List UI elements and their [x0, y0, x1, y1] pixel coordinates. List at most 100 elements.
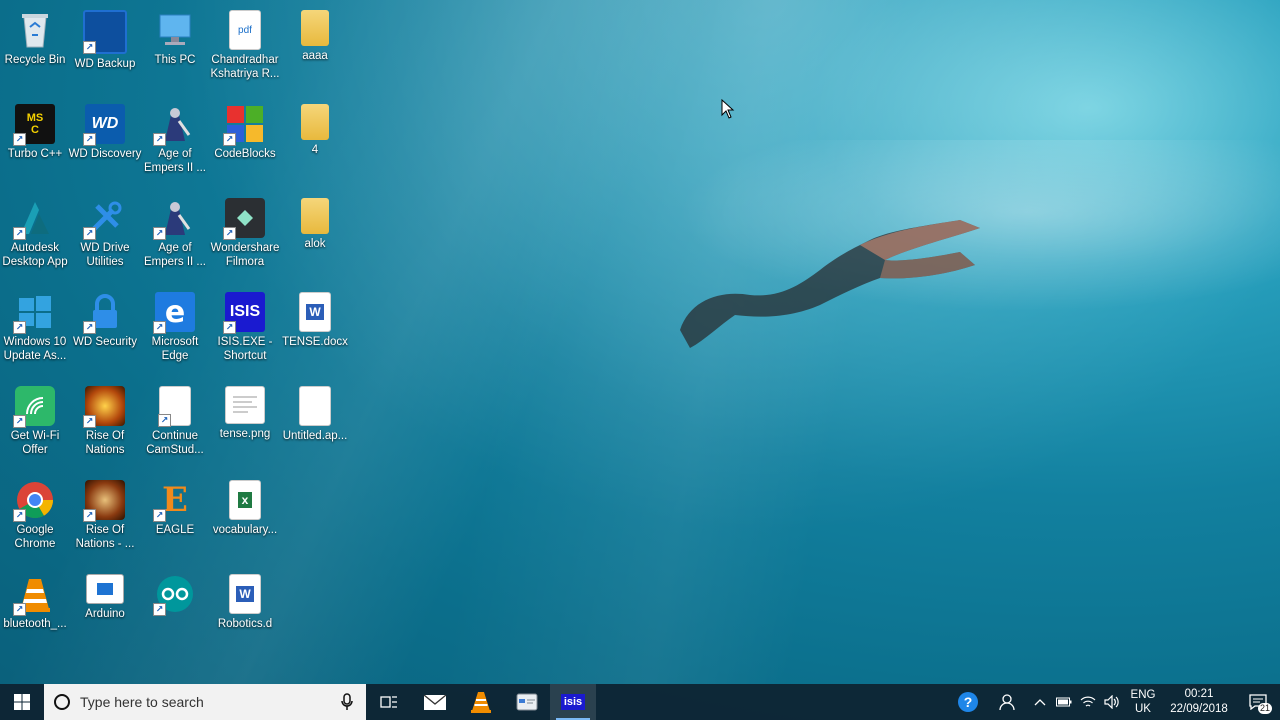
desktop-icon-wd-backup[interactable]: ↗ WD Backup: [70, 2, 140, 92]
wifi-icon: [1080, 696, 1096, 707]
desktop-icon-bluetooth-file[interactable]: bluetooth_... Arduino: [70, 566, 140, 656]
desktop-icon-vlc[interactable]: ↗ bluetooth_...: [0, 566, 70, 656]
mouse-cursor: [721, 99, 735, 119]
desktop-icon-tense-docx[interactable]: W TENSE.docx: [280, 284, 350, 374]
language-code: ENG: [1130, 689, 1156, 701]
desktop-icon-camstudio[interactable]: ↗ Continue CamStud...: [140, 378, 210, 468]
desktop-icon-wd-drive-utilities[interactable]: ↗ WD Drive Utilities: [70, 190, 140, 280]
desktop-icon-age-of-empires-2[interactable]: ↗ Age of Empers II ...: [140, 190, 210, 280]
desktop-icon-turbo-cpp[interactable]: MS C ↗ Turbo C++: [0, 96, 70, 186]
desktop-icon-wifi-offer[interactable]: ↗ Get Wi-Fi Offer: [0, 378, 70, 468]
arduino-icon: ↗: [153, 574, 195, 616]
folder-icon: [301, 10, 329, 46]
desktop-icon-windows-update[interactable]: ↗ Windows 10 Update As...: [0, 284, 70, 374]
desktop-icon-pdf-file[interactable]: pdf Chandradhar Kshatriya R...: [210, 2, 280, 92]
desktop-icon-arduino[interactable]: ↗ Arduino Robotics.d Arduino: [140, 566, 210, 656]
desktop-icon-filmora[interactable]: ↗ Wondershare Filmora: [210, 190, 280, 280]
action-center-button[interactable]: 21: [1236, 684, 1280, 720]
desktop-icon-folder-4[interactable]: 4: [280, 96, 350, 186]
autodesk-icon: ↗: [13, 198, 55, 240]
taskbar-vlc-app[interactable]: [458, 684, 504, 720]
pdf-file-icon: pdf: [229, 10, 261, 50]
isis-icon: ISIS ↗: [223, 292, 265, 334]
cortana-icon: [54, 694, 70, 710]
isis-icon: isis: [560, 694, 586, 710]
taskbar-isis-app[interactable]: isis: [550, 684, 596, 720]
windows-logo-icon: [14, 694, 30, 710]
wd-backup-icon: ↗: [83, 10, 127, 54]
desktop-icon-isis[interactable]: ISIS ↗ ISIS.EXE - Shortcut: [210, 284, 280, 374]
bluetooth-file-icon: [86, 574, 124, 604]
taskbar-mail-app[interactable]: [412, 684, 458, 720]
age-of-empires-icon: ↗: [153, 104, 195, 146]
desktop-icon-folder-alok[interactable]: alok: [280, 190, 350, 280]
taskbar-window-app[interactable]: [504, 684, 550, 720]
desktop-icon-untitled[interactable]: Untitled.ap...: [280, 378, 350, 468]
wd-drive-utilities-icon: ↗: [83, 198, 125, 240]
task-view-button[interactable]: [366, 684, 412, 720]
desktop-icon-robotics[interactable]: W Robotics.d: [210, 566, 280, 656]
rise-of-nations-icon: ↗: [83, 386, 125, 428]
desktop-icon-recycle-bin[interactable]: Recycle Bin: [0, 2, 70, 92]
eagle-icon: E ↗: [153, 480, 195, 522]
swimmer-image: [680, 220, 980, 348]
people-icon: [999, 694, 1015, 711]
folder-icon: [301, 198, 329, 234]
notification-count-badge: 21: [1257, 703, 1272, 714]
desktop-icon-rise-of-nations[interactable]: ↗ Rise Of Nations: [70, 378, 140, 468]
desktop-icon-wd-security[interactable]: ↗ WD Security: [70, 284, 140, 374]
edge-icon: e ↗: [153, 292, 195, 334]
blank-file-icon: [299, 386, 331, 426]
system-tray: ? ENG UK 00:21 22/09/2018 21: [948, 684, 1280, 720]
wd-discovery-icon: WD ↗: [83, 104, 125, 146]
clock-button[interactable]: 00:21 22/09/2018: [1162, 687, 1236, 717]
speaker-icon: [1104, 695, 1119, 709]
age-of-empires-icon: ↗: [153, 198, 195, 240]
input-language-button[interactable]: ENG UK: [1124, 688, 1162, 716]
desktop-icon-rise-of-nations-2[interactable]: ↗ Rise Of Nations - ...: [70, 472, 140, 562]
rise-of-nations-icon: ↗: [83, 480, 125, 522]
desktop-icon-area: Recycle Bin MS C ↗ Turbo C++ ↗ Autodesk De…: [0, 0, 360, 680]
codeblocks-icon: ↗: [223, 104, 265, 146]
desktop-icon-vocabulary[interactable]: x vocabulary...: [210, 472, 280, 562]
people-tray-button[interactable]: [988, 684, 1028, 720]
clock-date: 22/09/2018: [1170, 703, 1228, 715]
taskbar-search-box[interactable]: Type here to search: [44, 684, 366, 720]
folder-icon: [301, 104, 329, 140]
wifi-offer-icon: ↗: [13, 386, 55, 428]
task-view-icon: [380, 696, 397, 708]
help-tray-button[interactable]: ?: [948, 684, 988, 720]
this-pc-icon: [155, 10, 195, 50]
chevron-up-icon: [1034, 699, 1046, 706]
desktop-icon-this-pc[interactable]: This PC: [140, 2, 210, 92]
excel-file-icon: x: [229, 480, 261, 520]
desktop-icon-chrome[interactable]: ↗ Google Chrome: [0, 472, 70, 562]
desktop-icon-age-of-empires[interactable]: ↗ Age of Empers II ...: [140, 96, 210, 186]
desktop-icon-codeblocks[interactable]: ↗ CodeBlocks: [210, 96, 280, 186]
desktop-icon-eagle[interactable]: E ↗ EAGLE: [140, 472, 210, 562]
wd-security-icon: ↗: [83, 292, 125, 334]
microphone-icon[interactable]: [340, 693, 354, 711]
mail-icon: [423, 694, 447, 710]
windows-update-icon: ↗: [13, 292, 55, 334]
clock-time: 00:21: [1184, 688, 1214, 700]
battery-tray-button[interactable]: [1052, 684, 1076, 720]
language-region: UK: [1135, 703, 1151, 715]
desktop-icon-autodesk[interactable]: ↗ Autodesk Desktop App: [0, 190, 70, 280]
word-doc-icon: W: [229, 574, 261, 614]
desktop-icon-tense-png[interactable]: tense.png: [210, 378, 280, 468]
desktop-icon-folder-aaaa[interactable]: aaaa: [280, 2, 350, 92]
vlc-icon: ↗: [13, 574, 55, 616]
battery-icon: [1056, 697, 1072, 707]
wifi-tray-button[interactable]: [1076, 684, 1100, 720]
volume-tray-button[interactable]: [1100, 684, 1124, 720]
desktop-icon-wd-discovery[interactable]: WD ↗ WD Discovery: [69, 96, 141, 186]
word-doc-icon: W: [299, 292, 331, 332]
desktop-icon-edge[interactable]: e ↗ Microsoft Edge: [140, 284, 210, 374]
filmora-icon: ↗: [223, 198, 265, 240]
start-button[interactable]: [0, 684, 44, 720]
recycle-bin-icon: [15, 10, 55, 50]
show-hidden-icons-button[interactable]: [1028, 684, 1052, 720]
search-placeholder: Type here to search: [80, 694, 204, 710]
window-app-icon: [516, 693, 538, 711]
